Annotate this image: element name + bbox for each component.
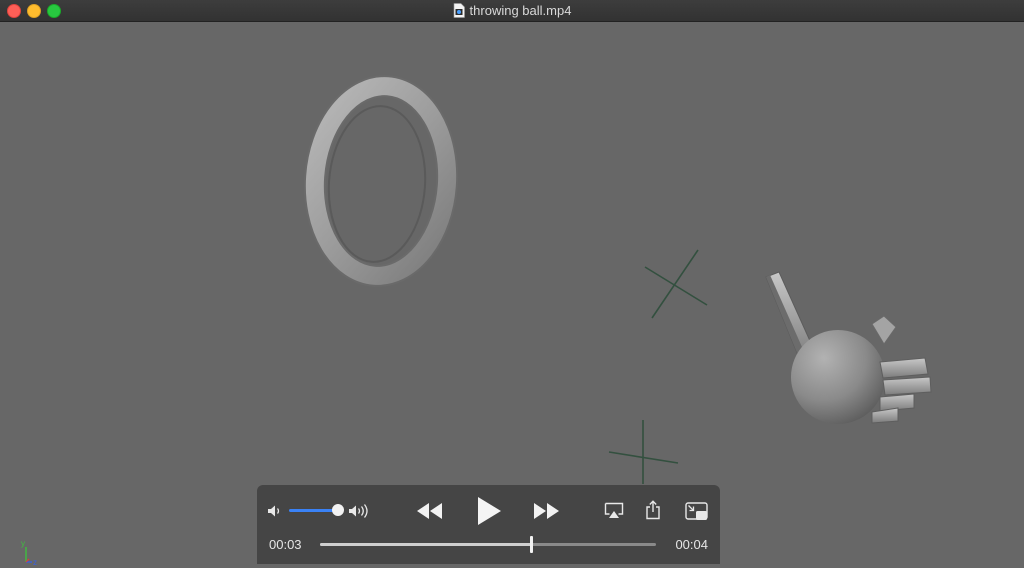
- volume-slider-track[interactable]: [289, 509, 337, 512]
- speaker-low-icon[interactable]: [267, 503, 283, 519]
- share-icon[interactable]: [645, 500, 661, 520]
- ball: [791, 330, 885, 424]
- playback-scrubber-handle[interactable]: [530, 536, 534, 553]
- axis-y-label: y: [21, 539, 25, 548]
- locator-cross-upper: [644, 249, 708, 319]
- video-frame: [303, 75, 932, 484]
- window-titlebar: throwing ball.mp4: [0, 0, 1024, 22]
- playback-controls: 00:03 00:04: [257, 485, 720, 564]
- playback-progress-track[interactable]: [320, 536, 656, 553]
- volume-slider-knob[interactable]: [332, 504, 344, 516]
- playback-progress-fill: [320, 543, 532, 546]
- fast-forward-icon[interactable]: [531, 501, 561, 521]
- airplay-icon[interactable]: [604, 502, 624, 520]
- video-viewport[interactable]: y z: [0, 22, 1024, 567]
- window-title-group: throwing ball.mp4: [0, 0, 1024, 21]
- locator-cross-lower: [608, 420, 679, 484]
- speaker-high-icon[interactable]: [348, 502, 372, 520]
- total-time: 00:04: [675, 537, 708, 552]
- window-title: throwing ball.mp4: [469, 3, 572, 18]
- hand-rig: [765, 271, 932, 424]
- axis-z-label: z: [33, 558, 37, 567]
- picture-in-picture-icon[interactable]: [685, 502, 709, 522]
- hoop-ring: [303, 75, 459, 287]
- video-document-icon: [453, 3, 465, 18]
- play-icon[interactable]: [475, 495, 503, 527]
- rewind-icon[interactable]: [415, 501, 445, 521]
- current-time: 00:03: [269, 537, 302, 552]
